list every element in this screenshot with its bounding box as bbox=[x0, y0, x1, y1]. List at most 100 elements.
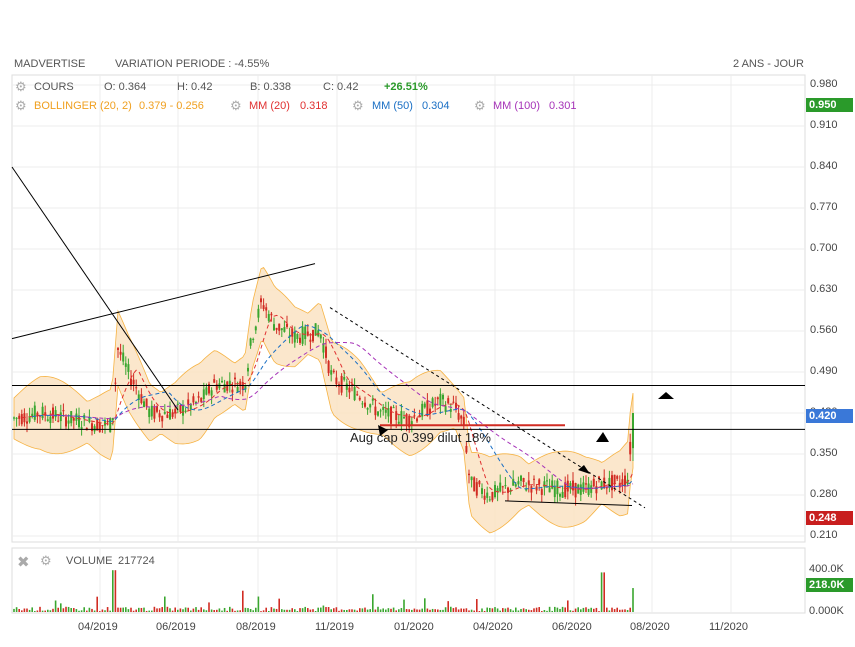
candle-body bbox=[579, 484, 582, 495]
candle-body bbox=[278, 323, 281, 331]
candle-body bbox=[221, 380, 223, 383]
volume-bar bbox=[127, 609, 130, 612]
volume-bar bbox=[195, 607, 197, 612]
y-tick-label: 0.630 bbox=[810, 283, 838, 295]
volume-bar bbox=[546, 610, 548, 612]
volume-bar bbox=[210, 609, 213, 612]
candle-body bbox=[150, 405, 153, 417]
candle-body bbox=[632, 413, 634, 449]
mm20-gear-icon[interactable]: ⚙ bbox=[230, 98, 242, 114]
volume-bar bbox=[567, 600, 569, 612]
volume-gear-icon[interactable]: ⚙ bbox=[40, 553, 52, 569]
close-icon[interactable]: ✖ bbox=[17, 553, 30, 571]
candle-body bbox=[62, 410, 65, 412]
volume-bar bbox=[197, 609, 200, 612]
candle-body bbox=[522, 478, 525, 483]
candle-body bbox=[192, 396, 195, 403]
y-tick-label: 0.980 bbox=[810, 78, 838, 90]
volume-bar bbox=[312, 609, 314, 612]
candle-body bbox=[530, 486, 533, 493]
candle-body bbox=[184, 410, 187, 412]
candle-body bbox=[517, 481, 520, 485]
candle-body bbox=[364, 402, 366, 407]
candle-body bbox=[569, 483, 572, 489]
volume-bar bbox=[299, 608, 301, 612]
volume-bar bbox=[96, 596, 98, 612]
candle-body bbox=[473, 477, 476, 492]
volume-bar bbox=[231, 608, 234, 612]
volume-bar bbox=[551, 610, 553, 612]
volume-bar bbox=[23, 608, 26, 612]
volume-bar bbox=[385, 609, 387, 612]
candle-body bbox=[390, 406, 392, 424]
candle-body bbox=[481, 488, 483, 495]
volume-bar bbox=[611, 607, 613, 612]
cours-gear-icon[interactable]: ⚙ bbox=[15, 79, 27, 95]
candle-body bbox=[153, 407, 156, 419]
x-tick-label: 11/2019 bbox=[315, 621, 354, 633]
volume-bar bbox=[317, 607, 319, 612]
candle-body bbox=[377, 411, 379, 416]
candle-body bbox=[13, 417, 15, 419]
volume-bar bbox=[174, 607, 176, 612]
candle-body bbox=[452, 401, 455, 403]
mm100-label: MM (100) bbox=[493, 100, 541, 112]
volume-bar bbox=[104, 610, 106, 612]
candle-body bbox=[49, 416, 52, 423]
x-tick-label: 08/2019 bbox=[236, 621, 276, 633]
candle-body bbox=[590, 485, 593, 493]
volume-bar bbox=[140, 607, 143, 612]
candle-body bbox=[343, 377, 346, 380]
candle-body bbox=[533, 478, 535, 480]
candle-body bbox=[483, 495, 486, 500]
volume-bar bbox=[424, 598, 426, 612]
change-value: +26.51% bbox=[384, 81, 428, 93]
volume-bar bbox=[600, 572, 603, 612]
volume-bar bbox=[452, 608, 455, 612]
volume-bar bbox=[533, 608, 535, 612]
candle-body bbox=[275, 327, 278, 330]
candle-body bbox=[585, 483, 587, 485]
volume-bar bbox=[252, 610, 254, 612]
period-selector[interactable]: 2 ANS - JOUR bbox=[733, 58, 804, 70]
mm20-label: MM (20) bbox=[249, 100, 290, 112]
volume-bar bbox=[520, 608, 522, 612]
volume-bar bbox=[507, 607, 509, 612]
volume-bar bbox=[335, 607, 338, 612]
candle-body bbox=[543, 481, 546, 488]
volume-bar bbox=[463, 608, 465, 612]
volume-bar bbox=[145, 610, 148, 612]
volume-bar bbox=[621, 609, 624, 612]
mm100-gear-icon[interactable]: ⚙ bbox=[474, 98, 486, 114]
volume-bar bbox=[348, 609, 351, 612]
candle-body bbox=[306, 331, 309, 336]
candle-body bbox=[319, 334, 322, 339]
candle-body bbox=[488, 499, 491, 501]
candle-body bbox=[101, 425, 104, 427]
volume-bar bbox=[512, 610, 514, 612]
volume-bar bbox=[509, 609, 512, 612]
mm50-label: MM (50) bbox=[372, 100, 413, 112]
candle-body bbox=[395, 411, 398, 421]
volume-bar bbox=[444, 607, 447, 612]
candle-body bbox=[564, 482, 567, 498]
candle-body bbox=[358, 397, 361, 400]
candle-body bbox=[174, 408, 177, 414]
candle-body bbox=[179, 405, 182, 413]
volume-bar bbox=[208, 602, 210, 612]
candle-body bbox=[98, 422, 101, 432]
y-tick-label: 0.840 bbox=[810, 160, 838, 172]
volume-bar bbox=[405, 609, 408, 612]
last-price-badge: 0.420 bbox=[806, 409, 853, 423]
mm50-gear-icon[interactable]: ⚙ bbox=[352, 98, 364, 114]
candle-body bbox=[561, 491, 564, 498]
volume-bar bbox=[229, 606, 231, 612]
volume-bar bbox=[190, 610, 192, 612]
candle-body bbox=[384, 409, 387, 413]
volume-bar bbox=[200, 607, 202, 612]
volume-bar bbox=[125, 607, 127, 612]
volume-bar bbox=[171, 610, 174, 612]
y-tick-label: 0.280 bbox=[810, 488, 838, 500]
bollinger-gear-icon[interactable]: ⚙ bbox=[15, 98, 27, 114]
candle-body bbox=[31, 413, 34, 417]
